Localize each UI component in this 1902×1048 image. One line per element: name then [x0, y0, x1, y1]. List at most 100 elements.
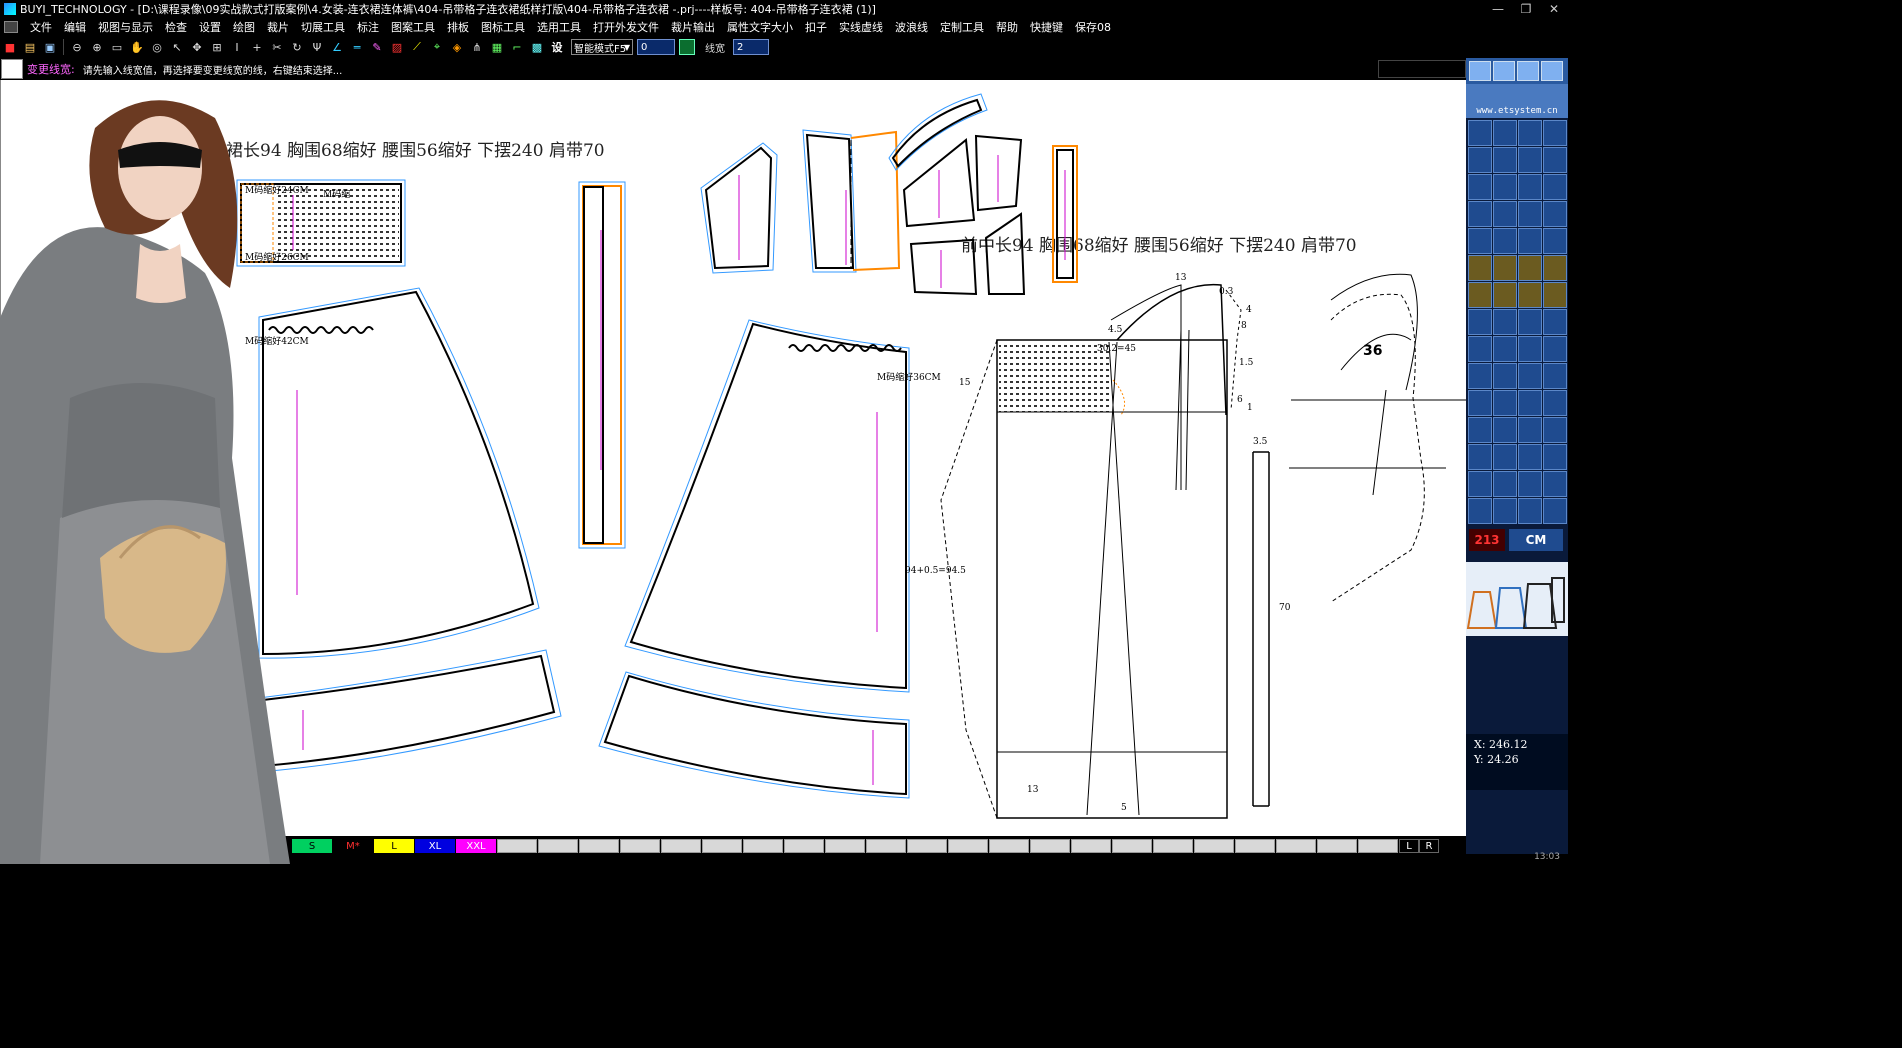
panel-tool-icon-2[interactable]	[1518, 120, 1542, 146]
panel-tool-icon-51[interactable]	[1543, 444, 1567, 470]
panel-tool-icon-38[interactable]	[1518, 363, 1542, 389]
size-button-3[interactable]: XL	[415, 839, 455, 853]
panel-tool-icon-24[interactable]	[1468, 282, 1492, 308]
panel-tool-icon-14[interactable]	[1518, 201, 1542, 227]
panel-tool-icon-5[interactable]	[1493, 147, 1517, 173]
restore-button[interactable]: ❐	[1512, 0, 1540, 18]
waistband-left[interactable]	[258, 649, 562, 773]
size-button-2[interactable]: L	[374, 839, 414, 853]
menu-item-22[interactable]: 保存08	[1069, 19, 1117, 35]
panel-tool-icon-54[interactable]	[1518, 471, 1542, 497]
menu-item-15[interactable]: 属性文字大小	[721, 19, 799, 35]
panel-tool-icon-20[interactable]	[1468, 255, 1492, 281]
menu-item-12[interactable]: 选用工具	[531, 19, 587, 35]
panel-tool-icon-39[interactable]	[1543, 363, 1567, 389]
panel-tool-icon-17[interactable]	[1493, 228, 1517, 254]
panel-tool-icon-13[interactable]	[1493, 201, 1517, 227]
size-slot-empty[interactable]	[907, 839, 947, 853]
panel-tool-icon-41[interactable]	[1493, 390, 1517, 416]
size-slot-empty[interactable]	[866, 839, 906, 853]
size-slot-empty[interactable]	[538, 839, 578, 853]
confirm-icon[interactable]	[679, 39, 695, 55]
node-icon[interactable]: ⋔	[468, 38, 486, 56]
panel-tool-icon-58[interactable]	[1518, 498, 1542, 524]
panel-tool-icon-12[interactable]	[1468, 201, 1492, 227]
panel-tool-icon-42[interactable]	[1518, 390, 1542, 416]
panel-tool-icon-23[interactable]	[1543, 255, 1567, 281]
menu-item-14[interactable]: 裁片输出	[665, 19, 721, 35]
panel-tool-icon-9[interactable]	[1493, 174, 1517, 200]
menu-item-2[interactable]: 视图与显示	[92, 19, 159, 35]
panel-tool-icon-44[interactable]	[1468, 417, 1492, 443]
panel-tool-icon-59[interactable]	[1543, 498, 1567, 524]
menu-item-6[interactable]: 裁片	[261, 19, 295, 35]
panel-tool-icon-1[interactable]	[1493, 120, 1517, 146]
size-slot-empty[interactable]	[743, 839, 783, 853]
minimize-button[interactable]: —	[1484, 0, 1512, 18]
panel-tool-icon-29[interactable]	[1493, 309, 1517, 335]
menu-item-19[interactable]: 定制工具	[934, 19, 990, 35]
panel-tool-icon-19[interactable]	[1543, 228, 1567, 254]
panel-top-icon-4[interactable]	[1541, 61, 1563, 81]
size-scroll-right-button[interactable]: R	[1419, 839, 1439, 853]
size-slot-empty[interactable]	[661, 839, 701, 853]
panel-tool-icon-15[interactable]	[1543, 201, 1567, 227]
size-slot-empty[interactable]	[1153, 839, 1193, 853]
linewidth-input[interactable]: 2	[733, 39, 769, 55]
bodice-side-piece[interactable]	[802, 129, 901, 273]
panel-tool-icon-3[interactable]	[1543, 120, 1567, 146]
size-button-0[interactable]: S	[292, 839, 332, 853]
menu-item-0[interactable]: 文件	[24, 19, 58, 35]
panel-tool-icon-4[interactable]	[1468, 147, 1492, 173]
panel-tool-icon-37[interactable]	[1493, 363, 1517, 389]
system-menu-icon[interactable]	[4, 21, 18, 33]
size-slot-empty[interactable]	[989, 839, 1029, 853]
panel-tool-icon-32[interactable]	[1468, 336, 1492, 362]
panel-tool-icon-8[interactable]	[1468, 174, 1492, 200]
settings-glyph[interactable]: 设	[548, 38, 566, 56]
pen-icon[interactable]: ✎	[368, 38, 386, 56]
close-button[interactable]: ✕	[1540, 0, 1568, 18]
construction-draft[interactable]: 13 0.3 4 8 4.5 30.2=45 15 1.5 6 1 3.5 70…	[940, 273, 1291, 819]
menu-item-7[interactable]: 切展工具	[295, 19, 351, 35]
value-input[interactable]: 0	[637, 39, 675, 55]
strap-piece[interactable]	[578, 181, 626, 549]
grading-icon[interactable]: ▦	[488, 38, 506, 56]
palette-icon[interactable]: ◈	[448, 38, 466, 56]
rotate-icon[interactable]: ↻	[288, 38, 306, 56]
menu-item-20[interactable]: 帮助	[990, 19, 1024, 35]
menu-item-9[interactable]: 图案工具	[385, 19, 441, 35]
panel-tool-icon-21[interactable]	[1493, 255, 1517, 281]
grid-icon[interactable]: ▩	[528, 38, 546, 56]
panel-tool-icon-53[interactable]	[1493, 471, 1517, 497]
panel-tool-icon-46[interactable]	[1518, 417, 1542, 443]
size-slot-empty[interactable]	[579, 839, 619, 853]
panel-tool-icon-57[interactable]	[1493, 498, 1517, 524]
panel-tool-icon-28[interactable]	[1468, 309, 1492, 335]
panel-tool-icon-6[interactable]	[1518, 147, 1542, 173]
panel-tool-icon-36[interactable]	[1468, 363, 1492, 389]
panel-tool-icon-49[interactable]	[1493, 444, 1517, 470]
mannequin-sketch[interactable]: 36	[1289, 273, 1466, 603]
waistband-right[interactable]	[598, 671, 910, 799]
facing-curve-piece[interactable]	[888, 93, 988, 171]
panel-tool-icon-33[interactable]	[1493, 336, 1517, 362]
menu-item-3[interactable]: 检查	[159, 19, 193, 35]
narrow-strip-piece[interactable]	[1052, 145, 1078, 283]
menu-item-10[interactable]: 排板	[441, 19, 475, 35]
panel-tool-icon-22[interactable]	[1518, 255, 1542, 281]
size-slot-empty[interactable]	[620, 839, 660, 853]
size-slot-empty[interactable]	[702, 839, 742, 853]
size-slot-empty[interactable]	[1194, 839, 1234, 853]
size-slot-empty[interactable]	[948, 839, 988, 853]
panel-tool-icon-30[interactable]	[1518, 309, 1542, 335]
small-panel-pieces[interactable]	[902, 134, 1026, 296]
size-slot-empty[interactable]	[1358, 839, 1398, 853]
parallel-icon[interactable]: ═	[348, 38, 366, 56]
menu-item-13[interactable]: 打开外发文件	[587, 19, 665, 35]
size-button-1[interactable]: M*	[333, 839, 373, 853]
size-slot-empty[interactable]	[825, 839, 865, 853]
menu-item-21[interactable]: 快捷键	[1024, 19, 1069, 35]
panel-tool-icon-45[interactable]	[1493, 417, 1517, 443]
bodice-front-piece[interactable]	[700, 142, 778, 274]
